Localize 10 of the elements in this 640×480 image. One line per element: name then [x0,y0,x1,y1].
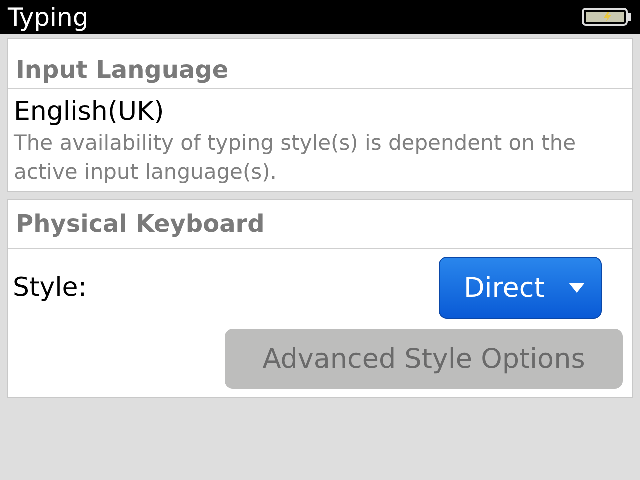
section-heading: Input Language [16,58,229,82]
caret-icon [568,283,585,293]
section-heading: Physical Keyboard [16,212,265,236]
advanced-options-button[interactable]: Advanced Style Options [225,329,623,389]
style-dropdown[interactable]: Direct [439,257,602,319]
battery-icon [582,8,632,26]
window-title: Typing [8,4,89,30]
style-label: Style: [13,272,88,304]
description-text: The availability of typing style(s) is dependent on the active input language(s). [14,130,578,186]
language-name: English(UK) [14,96,166,129]
